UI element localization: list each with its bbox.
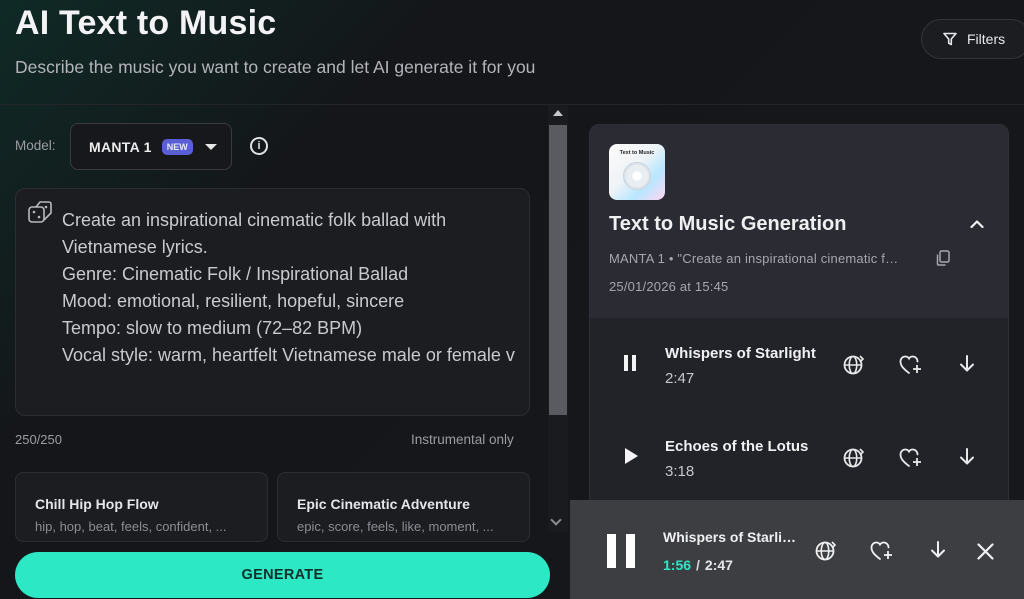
generation-meta: MANTA 1 • "Create an inspirational cinem… — [609, 251, 899, 266]
prompt-panel: Model: MANTA 1 NEW i Create an inspirati… — [0, 105, 568, 599]
page-header: AI Text to Music Describe the music you … — [0, 0, 1024, 104]
filters-label: Filters — [967, 31, 1006, 47]
dice-icon[interactable] — [27, 199, 53, 225]
scroll-thumb[interactable] — [549, 125, 567, 415]
heart-plus-icon[interactable] — [870, 540, 894, 562]
track-duration: 2:47 — [665, 370, 695, 387]
prompt-text: Create an inspirational cinematic folk b… — [62, 210, 515, 365]
caret-down-icon — [204, 143, 217, 150]
pause-icon[interactable] — [607, 534, 635, 568]
pause-icon[interactable] — [623, 355, 637, 371]
globe-icon[interactable] — [843, 354, 865, 376]
player-time: 1:56/2:47 — [663, 557, 733, 573]
track-title: Echoes of the Lotus — [665, 438, 809, 455]
heart-plus-icon[interactable] — [899, 354, 923, 376]
char-count: 250/250 — [15, 432, 62, 447]
generation-thumbnail: Text to Music — [609, 144, 665, 200]
suggestion-tags: hip, hop, beat, feels, confident, ... — [35, 519, 227, 534]
model-label: Model: — [15, 138, 56, 153]
suggestion-title: Epic Cinematic Adventure — [297, 496, 470, 512]
total-time: 2:47 — [704, 557, 733, 573]
download-icon[interactable] — [958, 447, 976, 467]
suggestion-card[interactable]: Epic Cinematic Adventure epic, score, fe… — [277, 472, 530, 542]
app-root: AI Text to Music Describe the music you … — [0, 0, 1024, 599]
copy-icon[interactable] — [936, 250, 950, 266]
suggestion-tags: epic, score, feels, like, moment, ... — [297, 519, 494, 534]
track-duration: 3:18 — [665, 463, 695, 480]
page-title: AI Text to Music — [15, 4, 277, 42]
instrumental-toggle[interactable]: Instrumental only — [411, 432, 514, 447]
generation-title: Text to Music Generation — [609, 213, 847, 235]
model-select[interactable]: MANTA 1 NEW — [70, 123, 232, 170]
generation-header: Text to Music Text to Music Generation M… — [590, 125, 1008, 318]
prompt-textarea[interactable]: Create an inspirational cinematic folk b… — [15, 188, 530, 416]
current-time: 1:56 — [663, 557, 692, 573]
time-separator: / — [696, 557, 700, 573]
thumbnail-title: Text to Music — [619, 150, 655, 156]
generation-panel: Text to Music Text to Music Generation M… — [589, 124, 1009, 519]
download-icon[interactable] — [929, 540, 947, 560]
info-icon[interactable]: i — [250, 137, 268, 155]
new-badge: NEW — [161, 138, 193, 155]
heart-plus-icon[interactable] — [899, 447, 923, 469]
globe-icon[interactable] — [843, 447, 865, 469]
chevron-up-icon[interactable] — [970, 219, 984, 229]
scroll-up-arrow-icon[interactable] — [553, 110, 563, 116]
close-icon[interactable] — [977, 543, 994, 560]
scrollbar[interactable] — [548, 105, 568, 532]
suggestion-title: Chill Hip Hop Flow — [35, 496, 159, 512]
track-row: Whispers of Starlight 2:47 — [590, 318, 1008, 410]
track-title: Whispers of Starlight — [665, 345, 816, 362]
track-row: Echoes of the Lotus 3:18 — [590, 411, 1008, 503]
play-icon[interactable] — [624, 448, 638, 464]
generate-button[interactable]: GENERATE — [15, 552, 550, 598]
scroll-down-arrow-icon[interactable] — [550, 514, 562, 526]
player-track-title: Whispers of Starlight — [663, 529, 803, 545]
generation-date: 25/01/2026 at 15:45 — [609, 279, 729, 294]
suggestion-card[interactable]: Chill Hip Hop Flow hip, hop, beat, feels… — [15, 472, 268, 542]
model-name: MANTA 1 — [89, 138, 152, 155]
filter-icon — [943, 32, 957, 46]
page-subtitle: Describe the music you want to create an… — [15, 57, 536, 77]
globe-icon[interactable] — [815, 540, 837, 562]
download-icon[interactable] — [958, 354, 976, 374]
filters-button[interactable]: Filters — [921, 19, 1024, 59]
disc-icon — [623, 162, 651, 190]
player-bar: Whispers of Starlight 1:56/2:47 — [570, 500, 1024, 599]
